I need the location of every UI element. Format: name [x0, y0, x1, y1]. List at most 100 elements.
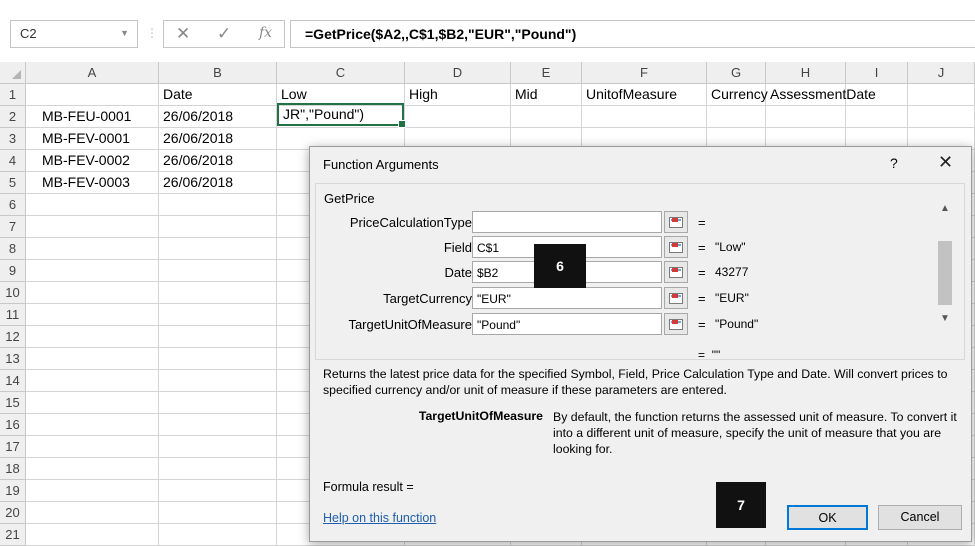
grid-cell[interactable]: Mid	[511, 84, 582, 106]
argument-input[interactable]: "EUR"	[472, 287, 662, 309]
row-header[interactable]: 5	[0, 172, 26, 194]
collapse-dialog-icon[interactable]	[664, 211, 688, 233]
grid-cell[interactable]	[159, 458, 277, 480]
grid-cell[interactable]	[26, 238, 159, 260]
argument-input[interactable]	[472, 211, 662, 233]
select-all-corner[interactable]	[0, 62, 26, 84]
grid-cell[interactable]	[26, 304, 159, 326]
grid-cell[interactable]	[846, 84, 908, 106]
drag-handle-icon[interactable]: ⋮	[146, 26, 158, 40]
column-header[interactable]: G	[707, 62, 766, 84]
grid-cell[interactable]	[908, 84, 975, 106]
grid-cell[interactable]	[26, 480, 159, 502]
close-icon[interactable]: ✕	[938, 152, 953, 173]
row-header[interactable]: 1	[0, 84, 26, 106]
grid-cell[interactable]: 26/06/2018	[159, 128, 277, 150]
scroll-thumb[interactable]	[938, 241, 952, 305]
grid-cell[interactable]	[707, 106, 766, 128]
grid-cell[interactable]	[26, 370, 159, 392]
help-icon[interactable]: ?	[890, 155, 898, 171]
scroll-down-icon[interactable]: ▼	[940, 313, 950, 324]
column-header[interactable]: D	[405, 62, 511, 84]
column-header[interactable]: I	[846, 62, 908, 84]
grid-cell[interactable]	[582, 106, 707, 128]
grid-cell[interactable]	[26, 194, 159, 216]
grid-cell[interactable]: High	[405, 84, 511, 106]
grid-cell[interactable]: 26/06/2018	[159, 172, 277, 194]
grid-cell[interactable]	[159, 216, 277, 238]
grid-cell[interactable]	[908, 106, 975, 128]
grid-cell[interactable]	[846, 106, 908, 128]
row-header[interactable]: 20	[0, 502, 26, 524]
grid-cell[interactable]	[26, 326, 159, 348]
grid-cell[interactable]: MB-FEV-0001	[26, 128, 159, 150]
grid-cell[interactable]: Currency	[707, 84, 768, 106]
grid-cell[interactable]: MB-FEU-0001	[26, 106, 159, 128]
cancel-button[interactable]: Cancel	[878, 505, 962, 530]
row-header[interactable]: 15	[0, 392, 26, 414]
grid-cell[interactable]	[159, 436, 277, 458]
grid-cell[interactable]	[26, 524, 159, 546]
ok-button[interactable]: OK	[787, 505, 868, 530]
grid-cell[interactable]: 26/06/2018	[159, 106, 277, 128]
grid-cell[interactable]	[26, 414, 159, 436]
grid-cell[interactable]	[159, 370, 277, 392]
column-header[interactable]: H	[766, 62, 846, 84]
row-header[interactable]: 14	[0, 370, 26, 392]
grid-cell[interactable]: Date	[159, 84, 277, 106]
name-box[interactable]: C2 ▼	[10, 20, 138, 48]
grid-cell[interactable]	[159, 348, 277, 370]
grid-cell[interactable]	[159, 414, 277, 436]
grid-cell[interactable]: AssessmentDate	[766, 84, 876, 106]
row-header[interactable]: 9	[0, 260, 26, 282]
grid-cell[interactable]	[26, 216, 159, 238]
grid-cell[interactable]	[26, 502, 159, 524]
row-header[interactable]: 3	[0, 128, 26, 150]
formula-input[interactable]: =GetPrice($A2,,C$1,$B2,"EUR","Pound")	[290, 20, 975, 48]
grid-cell[interactable]	[159, 260, 277, 282]
grid-cell[interactable]	[159, 238, 277, 260]
grid-cell[interactable]	[26, 282, 159, 304]
row-header[interactable]: 16	[0, 414, 26, 436]
grid-cell[interactable]	[159, 304, 277, 326]
row-header[interactable]: 17	[0, 436, 26, 458]
row-header[interactable]: 10	[0, 282, 26, 304]
grid-cell[interactable]	[159, 480, 277, 502]
grid-cell[interactable]	[26, 260, 159, 282]
grid-cell[interactable]: 26/06/2018	[159, 150, 277, 172]
collapse-dialog-icon[interactable]	[664, 236, 688, 258]
grid-cell[interactable]: UnitofMeasure	[582, 84, 707, 106]
grid-cell[interactable]	[511, 106, 582, 128]
collapse-dialog-icon[interactable]	[664, 261, 688, 283]
grid-cell[interactable]	[405, 106, 511, 128]
grid-cell[interactable]	[159, 326, 277, 348]
grid-cell[interactable]	[159, 524, 277, 546]
scroll-up-icon[interactable]: ▲	[940, 203, 950, 214]
row-header[interactable]: 18	[0, 458, 26, 480]
fx-icon[interactable]: fx	[259, 25, 272, 41]
collapse-dialog-icon[interactable]	[664, 287, 688, 309]
grid-cell[interactable]	[26, 436, 159, 458]
cancel-icon[interactable]: ✕	[176, 24, 190, 44]
grid-cell[interactable]	[159, 502, 277, 524]
enter-icon[interactable]: ✓	[217, 24, 231, 44]
grid-cell[interactable]: MB-FEV-0003	[26, 172, 159, 194]
help-on-function-link[interactable]: Help on this function	[323, 511, 436, 525]
grid-cell[interactable]	[26, 458, 159, 480]
row-header[interactable]: 13	[0, 348, 26, 370]
row-header[interactable]: 8	[0, 238, 26, 260]
grid-cell[interactable]	[26, 84, 159, 106]
row-header[interactable]: 2	[0, 106, 26, 128]
grid-cell[interactable]: MB-FEV-0002	[26, 150, 159, 172]
row-header[interactable]: 19	[0, 480, 26, 502]
row-header[interactable]: 11	[0, 304, 26, 326]
row-header[interactable]: 21	[0, 524, 26, 546]
collapse-dialog-icon[interactable]	[664, 313, 688, 335]
column-header[interactable]: B	[159, 62, 277, 84]
grid-cell[interactable]	[26, 348, 159, 370]
column-header[interactable]: E	[511, 62, 582, 84]
row-header[interactable]: 6	[0, 194, 26, 216]
grid-cell[interactable]	[766, 106, 846, 128]
row-header[interactable]: 4	[0, 150, 26, 172]
column-header[interactable]: J	[908, 62, 975, 84]
